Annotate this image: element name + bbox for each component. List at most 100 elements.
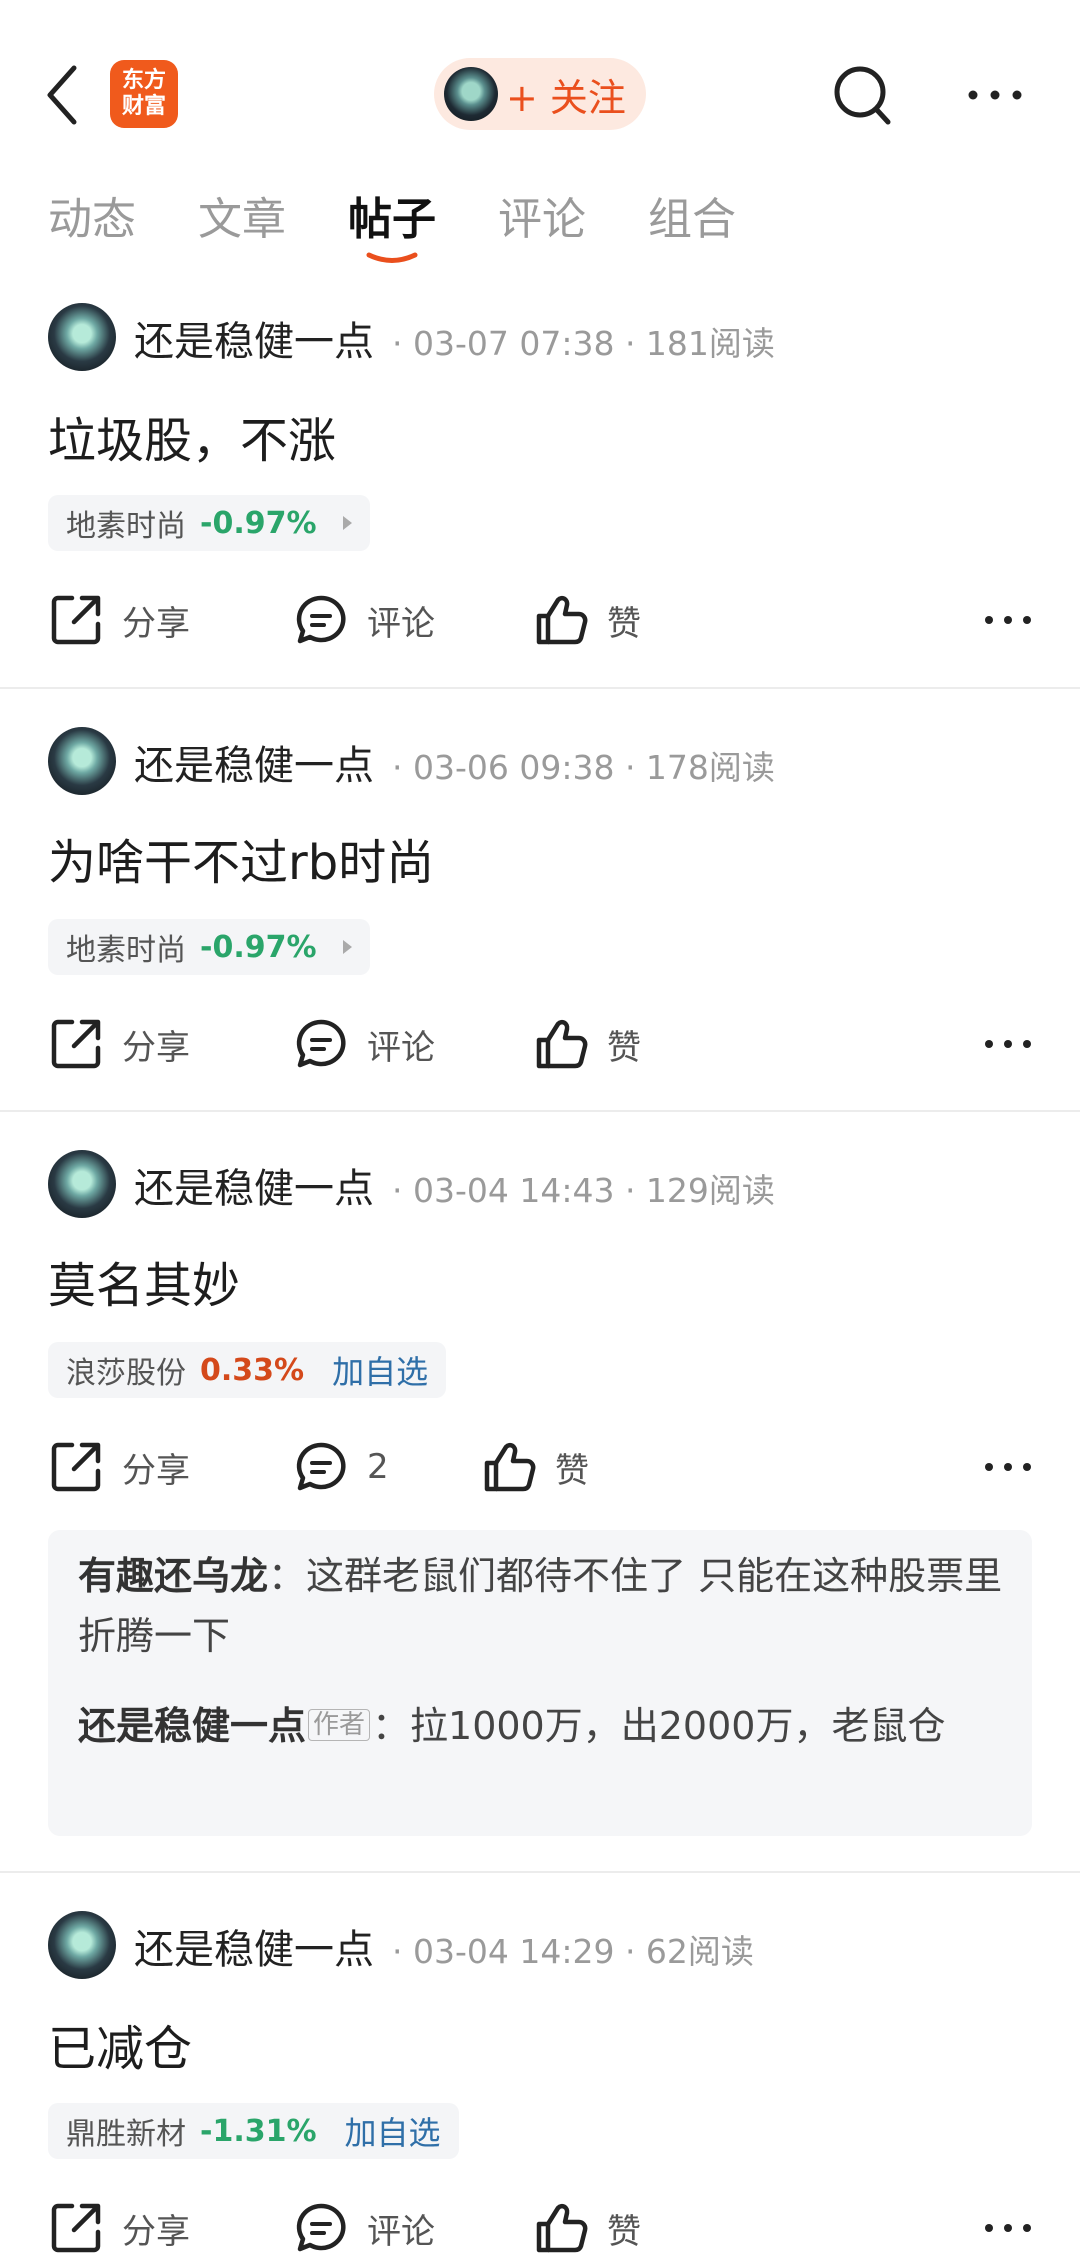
app-logo[interactable]: 东方 财富 (110, 60, 178, 128)
thumbs-up-icon (536, 1019, 588, 1069)
post-meta: · 03-04 14:43 · 129阅读 (392, 1171, 775, 1210)
post-meta: · 03-04 14:29 · 62阅读 (392, 1932, 754, 1971)
tab-comments[interactable]: 评论 (498, 190, 586, 260)
post-actions: 分享 评论 赞 (48, 585, 1038, 655)
stock-name: 地素时尚 (66, 933, 186, 968)
share-button[interactable]: 分享 (48, 1009, 190, 1079)
comment-text: ：拉1000万，出2000万，老鼠仓 (372, 1704, 946, 1748)
more-dots-icon (985, 616, 1031, 624)
tab-posts[interactable]: 帖子 (348, 190, 436, 260)
post-title[interactable]: 垃圾股，不涨 (48, 401, 336, 471)
post-card[interactable]: 还是稳健一点 · 03-06 09:38 · 178阅读 为啥干不过rb时尚 地… (0, 727, 1080, 1112)
avatar (444, 67, 498, 121)
tab-articles[interactable]: 文章 (198, 190, 286, 260)
post-title[interactable]: 为啥干不过rb时尚 (48, 823, 434, 893)
stock-tag[interactable]: 鼎胜新材 -1.31% 加自选 (48, 2103, 459, 2159)
thumbs-up-icon (536, 595, 588, 645)
like-button[interactable]: 赞 (533, 2193, 641, 2263)
post-actions: 分享 2 赞 (48, 1432, 1038, 1502)
comment-label: 评论 (367, 1027, 435, 1068)
post-actions: 分享 评论 赞 (48, 2193, 1038, 2263)
tab-portfolio[interactable]: 组合 (648, 190, 736, 260)
share-icon (51, 1442, 101, 1492)
post-header: 还是稳健一点 · 03-06 09:38 · 178阅读 (48, 727, 1048, 799)
post-more-button[interactable] (978, 1432, 1038, 1502)
stock-change: -0.97% (200, 929, 317, 965)
share-icon (51, 2203, 101, 2253)
author-badge: 作者 (308, 1709, 371, 1741)
play-arrow-icon (342, 940, 352, 954)
stock-name: 地素时尚 (66, 509, 186, 544)
post-card[interactable]: 还是稳健一点 · 03-04 14:43 · 129阅读 莫名其妙 浪莎股份 0… (0, 1150, 1080, 1870)
comment-button[interactable]: 评论 (293, 1009, 435, 1079)
post-more-button[interactable] (978, 585, 1038, 655)
like-button[interactable]: 赞 (533, 1009, 641, 1079)
comment-author[interactable]: 还是稳健一点 (78, 1704, 306, 1748)
thumbs-up-icon (484, 1442, 536, 1492)
back-button[interactable] (40, 60, 90, 130)
share-label: 分享 (122, 1027, 190, 1068)
stock-change: -0.97% (200, 505, 317, 541)
share-icon (51, 595, 101, 645)
comment-button[interactable]: 评论 (293, 585, 435, 655)
post-card[interactable]: 还是稳健一点 · 03-04 14:29 · 62阅读 已减仓 鼎胜新材 -1.… (0, 1911, 1080, 2253)
post-more-button[interactable] (978, 2193, 1038, 2263)
comment-author[interactable]: 有趣还乌龙 (78, 1554, 268, 1598)
comment-item[interactable]: 有趣还乌龙：这群老鼠们都待不住了 只能在这种股票里折腾一下 (78, 1546, 1008, 1666)
share-button[interactable]: 分享 (48, 2193, 190, 2263)
comment-button[interactable]: 2 (293, 1432, 389, 1502)
post-title[interactable]: 莫名其妙 (48, 1246, 240, 1316)
avatar[interactable] (48, 303, 116, 371)
add-watchlist-link[interactable]: 加自选 (332, 1347, 428, 1393)
share-button[interactable]: 分享 (48, 1432, 190, 1502)
stock-tag[interactable]: 地素时尚 -0.97% (48, 919, 370, 975)
avatar[interactable] (48, 1150, 116, 1218)
tab-dynamics[interactable]: 动态 (48, 190, 136, 260)
top-bar: 东方 财富 + 关注 (0, 0, 1080, 190)
author-name[interactable]: 还是稳健一点 (134, 1917, 374, 1975)
share-label: 分享 (122, 1450, 190, 1491)
post-actions: 分享 评论 赞 (48, 1009, 1038, 1079)
comment-label: 评论 (367, 2211, 435, 2252)
post-more-button[interactable] (978, 1009, 1038, 1079)
tab-bar: 动态 文章 帖子 评论 组合 (0, 190, 1080, 290)
logo-line2: 财富 (121, 94, 166, 119)
like-label: 赞 (607, 1027, 641, 1068)
divider (0, 687, 1080, 689)
author-name[interactable]: 还是稳健一点 (134, 309, 374, 367)
more-button[interactable] (965, 75, 1025, 115)
stock-change: -1.31% (200, 2113, 317, 2149)
author-name[interactable]: 还是稳健一点 (134, 733, 374, 791)
avatar[interactable] (48, 1911, 116, 1979)
follow-button[interactable]: + 关注 (434, 58, 646, 130)
comment-item[interactable]: 还是稳健一点 作者 ：拉1000万，出2000万，老鼠仓 (78, 1696, 1008, 1756)
share-icon (51, 1019, 101, 1069)
play-arrow-icon (342, 516, 352, 530)
post-title[interactable]: 已减仓 (48, 2009, 192, 2079)
comment-bubble-icon (296, 1442, 346, 1491)
post-card[interactable]: 还是稳健一点 · 03-07 07:38 · 181阅读 垃圾股，不涨 地素时尚… (0, 303, 1080, 688)
like-label: 赞 (555, 1450, 589, 1491)
add-watchlist-link[interactable]: 加自选 (345, 2108, 441, 2154)
follow-label: + 关注 (506, 75, 626, 120)
more-dots-icon (985, 2224, 1031, 2232)
more-dots-icon (985, 1463, 1031, 1471)
comment-count: 2 (367, 1447, 389, 1487)
comment-bubble-icon (296, 2203, 346, 2252)
post-header: 还是稳健一点 · 03-07 07:38 · 181阅读 (48, 303, 1048, 375)
post-header: 还是稳健一点 · 03-04 14:43 · 129阅读 (48, 1150, 1048, 1222)
like-button[interactable]: 赞 (533, 585, 641, 655)
comment-preview-box[interactable]: 有趣还乌龙：这群老鼠们都待不住了 只能在这种股票里折腾一下 还是稳健一点 作者 ：拉… (48, 1530, 1032, 1836)
search-button[interactable] (830, 60, 894, 130)
stock-change: 0.33% (200, 1352, 305, 1388)
avatar[interactable] (48, 727, 116, 795)
comment-bubble-icon (296, 595, 346, 644)
comment-button[interactable]: 评论 (293, 2193, 435, 2263)
search-icon (834, 66, 891, 125)
share-button[interactable]: 分享 (48, 585, 190, 655)
like-button[interactable]: 赞 (481, 1432, 589, 1502)
comment-bubble-icon (296, 1019, 346, 1068)
stock-tag[interactable]: 浪莎股份 0.33% 加自选 (48, 1342, 447, 1398)
stock-tag[interactable]: 地素时尚 -0.97% (48, 495, 370, 551)
author-name[interactable]: 还是稳健一点 (134, 1156, 374, 1214)
